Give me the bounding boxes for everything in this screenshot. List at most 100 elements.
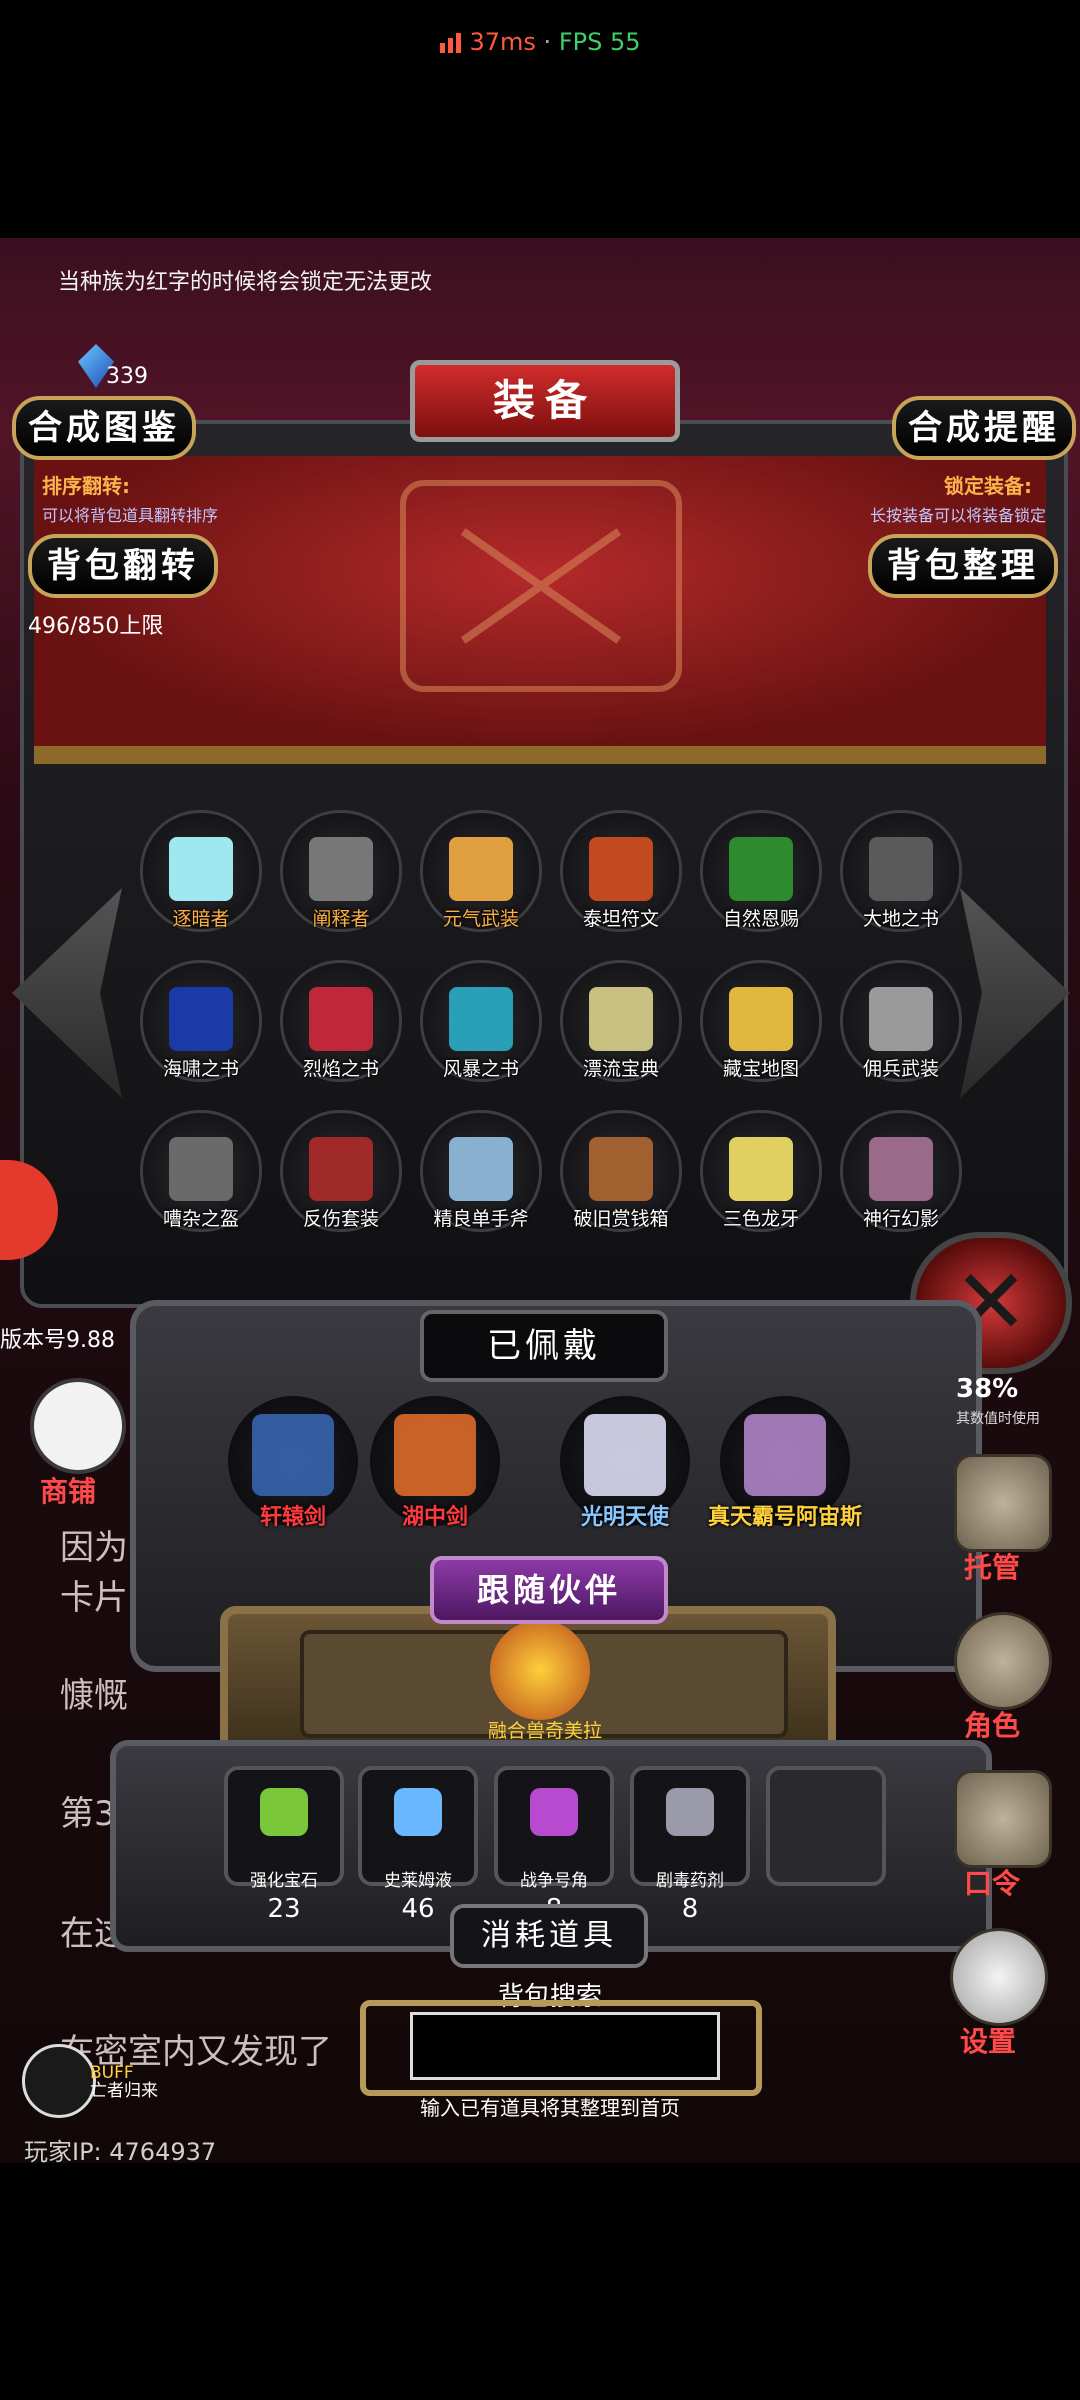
equipped-slot[interactable]: 湖中剑	[370, 1396, 500, 1530]
inventory-slot[interactable]: 嘈杂之盔	[140, 1110, 262, 1232]
inventory-item-name: 反伤套装	[302, 1208, 379, 1230]
buff-sub: 亡者归来	[90, 2081, 158, 2101]
race-lock-notice: 当种族为红字的时候将会锁定无法更改	[58, 270, 433, 295]
craft-reminder-button[interactable]: 合成提醒	[892, 396, 1076, 460]
bag-organize-button[interactable]: 背包整理	[868, 534, 1058, 598]
inventory-slot[interactable]: 大地之书	[840, 810, 962, 932]
consumable-name: 史莱姆液	[384, 1871, 452, 1891]
bag-search-input[interactable]	[410, 2012, 720, 2080]
inventory-slot[interactable]: 烈焰之书	[280, 960, 402, 1082]
settings-label[interactable]: 设置	[960, 2020, 1016, 2060]
consumable-count: 23	[267, 1894, 301, 1924]
rune-stone-icon	[589, 837, 653, 901]
inventory-item-name: 海啸之书	[162, 1058, 239, 1080]
chest-icon	[589, 1137, 653, 1201]
sort-flip-hint: 可以将背包道具翻转排序	[42, 506, 219, 525]
yellow-book-icon	[589, 987, 653, 1051]
stat-hint: 其数值时使用	[956, 1411, 1040, 1427]
axe-icon	[449, 1137, 513, 1201]
fps-text: FPS 55	[558, 28, 641, 56]
inventory-item-name: 逐暗者	[172, 908, 230, 930]
auto-label[interactable]: 托管	[964, 1546, 1020, 1586]
knight-armor-icon	[869, 987, 933, 1051]
war-horn-icon	[530, 1788, 578, 1836]
dice-icon[interactable]	[954, 1454, 1052, 1552]
inventory-slot[interactable]: 自然恩赐	[700, 810, 822, 932]
xuanyuan-sword-icon	[252, 1414, 334, 1496]
bg-text-1: 因为	[60, 1528, 128, 1568]
companion-title: 跟随伙伴	[430, 1556, 668, 1624]
stat-value: 38%	[956, 1374, 1019, 1404]
bag-flip-button[interactable]: 背包翻转	[28, 534, 218, 598]
inventory-item-name: 藏宝地图	[722, 1058, 799, 1080]
inventory-slot[interactable]: 藏宝地图	[700, 960, 822, 1082]
inventory-item-name: 破旧赏钱箱	[573, 1208, 669, 1230]
skull-icon	[22, 2044, 96, 2118]
page-title: 装备	[410, 360, 680, 442]
status-separator: ·	[535, 28, 559, 56]
consumable-count: 8	[681, 1894, 699, 1924]
gray-book-icon	[869, 837, 933, 901]
phantom-icon	[869, 1137, 933, 1201]
inventory-item-name: 三色龙牙	[722, 1208, 799, 1230]
crossed-swords-emblem-icon	[400, 480, 682, 692]
status-bar: 37ms · FPS 55	[0, 28, 1080, 56]
companion-name: 融合兽奇美拉	[487, 1720, 602, 1742]
inventory-item-name: 元气武装	[442, 908, 519, 930]
buff-title: BUFF	[90, 2063, 134, 2083]
code-book-icon[interactable]	[954, 1770, 1052, 1868]
inventory-slot[interactable]: 神行幻影	[840, 1110, 962, 1232]
poison-flask-icon	[666, 1788, 714, 1836]
equipped-item-name: 湖中剑	[401, 1505, 468, 1530]
inventory-item-name: 神行幻影	[862, 1208, 939, 1230]
gear-icon[interactable]	[950, 1928, 1048, 2026]
inventory-slot[interactable]: 阐释者	[280, 810, 402, 932]
gem-count: 339	[106, 364, 148, 389]
consumable-slot[interactable]: 史莱姆液 46	[358, 1766, 478, 1924]
bg-text-3: 慷慨	[60, 1676, 128, 1716]
dragon-fang-icon	[729, 1137, 793, 1201]
inventory-slot[interactable]: 逐暗者	[140, 810, 262, 932]
inventory-item-name: 佣兵武装	[862, 1058, 939, 1080]
inventory-slot[interactable]: 佣兵武装	[840, 960, 962, 1082]
green-stone-icon	[260, 1788, 308, 1836]
hooded-figure-icon[interactable]	[954, 1612, 1052, 1710]
shop-icon[interactable]	[30, 1378, 126, 1474]
code-label[interactable]: 口令	[964, 1862, 1020, 1902]
inventory-item-name: 大地之书	[862, 908, 939, 930]
sort-flip-title: 排序翻转:	[42, 474, 130, 498]
equipped-slot[interactable]: 光明天使	[560, 1396, 690, 1530]
red-book-icon	[309, 987, 373, 1051]
consumable-slot[interactable]: 剧毒药剂 8	[630, 1766, 750, 1924]
teal-book-icon	[449, 987, 513, 1051]
consumable-slot[interactable]: 强化宝石 23	[224, 1766, 344, 1924]
inventory-slot[interactable]: 反伤套装	[280, 1110, 402, 1232]
bag-search-hint: 输入已有道具将其整理到首页	[420, 2096, 680, 2120]
helmet-icon	[169, 1137, 233, 1201]
lock-hint: 长按装备可以将装备锁定	[870, 506, 1047, 525]
inventory-slot[interactable]: 风暴之书	[420, 960, 542, 1082]
inventory-slot[interactable]: 海啸之书	[140, 960, 262, 1082]
green-gem-icon	[729, 837, 793, 901]
inventory-item-name: 漂流宝典	[582, 1058, 659, 1080]
recipe-book-button[interactable]: 合成图鉴	[12, 396, 196, 460]
inventory-slot[interactable]: 元气武装	[420, 810, 542, 932]
consumable-slot[interactable]: 战争号角8	[494, 1766, 614, 1924]
inventory-slot[interactable]: 泰坦符文	[560, 810, 682, 932]
role-label[interactable]: 角色	[964, 1704, 1020, 1744]
bg-text-2: 卡片	[60, 1578, 128, 1618]
inventory-slot[interactable]: 精良单手斧	[420, 1110, 542, 1232]
shop-label[interactable]: 商铺	[40, 1470, 96, 1510]
equipped-slot[interactable]: 真天霸号阿宙斯	[708, 1396, 862, 1530]
excalibur-icon	[394, 1414, 476, 1496]
empty-consumable-slot[interactable]	[766, 1766, 886, 1886]
equipped-slot[interactable]: 轩辕剑	[228, 1396, 358, 1530]
consumable-name: 战争号角	[520, 1871, 588, 1891]
buff-label: BUFF 亡者归来	[90, 2064, 158, 2100]
inventory-slot[interactable]: 破旧赏钱箱	[560, 1110, 682, 1232]
inventory-slot[interactable]: 漂流宝典	[560, 960, 682, 1082]
ping-text: 37ms	[469, 28, 536, 56]
inventory-slot[interactable]: 三色龙牙	[700, 1110, 822, 1232]
treasure-map-icon	[729, 987, 793, 1051]
player-ip: 玩家IP: 4764937	[24, 2138, 217, 2166]
